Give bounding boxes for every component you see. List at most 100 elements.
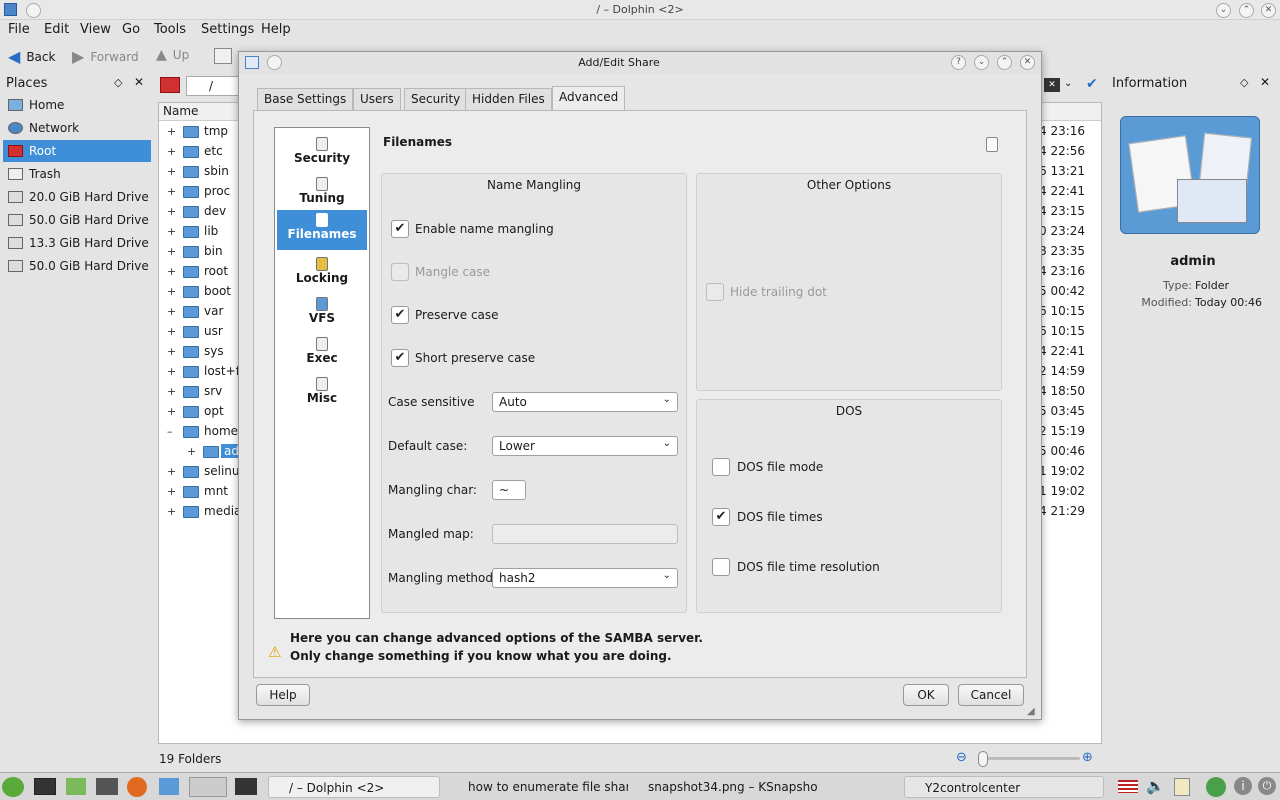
short-preserve-case-label[interactable]: Short preserve case bbox=[415, 351, 535, 365]
mangling-method-select[interactable]: hash2 ⌄ bbox=[492, 568, 678, 588]
updater-icon[interactable] bbox=[1206, 777, 1226, 797]
menu-go[interactable]: Go bbox=[122, 22, 140, 37]
preserve-case-label[interactable]: Preserve case bbox=[415, 308, 499, 322]
category-vfs[interactable]: VFS bbox=[277, 294, 367, 332]
expand-toggle[interactable]: + bbox=[167, 245, 176, 258]
ok-button[interactable]: OK bbox=[903, 684, 949, 706]
dialog-minimize-button[interactable]: ⌄ bbox=[974, 55, 989, 70]
system-monitor-icon[interactable] bbox=[235, 778, 257, 795]
expand-toggle[interactable]: + bbox=[167, 505, 176, 518]
panel-float-icon[interactable]: ◇ bbox=[1240, 76, 1248, 89]
dos-time-resolution-checkbox[interactable] bbox=[712, 558, 730, 576]
expand-toggle[interactable]: + bbox=[167, 405, 176, 418]
clipboard-icon[interactable] bbox=[1174, 778, 1190, 796]
dos-time-resolution-label[interactable]: DOS file time resolution bbox=[737, 560, 880, 574]
view-icons-icon[interactable] bbox=[214, 48, 232, 64]
place-root[interactable]: Root bbox=[3, 140, 151, 162]
mangle-case-label[interactable]: Mangle case bbox=[415, 265, 490, 279]
hide-trailing-dot-label[interactable]: Hide trailing dot bbox=[730, 285, 827, 299]
case-sensitive-select[interactable]: Auto ⌄ bbox=[492, 392, 678, 412]
dos-file-mode-label[interactable]: DOS file mode bbox=[737, 460, 823, 474]
tab-users[interactable]: Users bbox=[353, 88, 401, 110]
place-drive-4[interactable]: 50.0 GiB Hard Drive bbox=[3, 255, 151, 277]
maximize-button[interactable]: ⌃ bbox=[1239, 3, 1254, 18]
panel-close-icon[interactable]: ✕ bbox=[1260, 75, 1270, 89]
zoom-out-icon[interactable]: ⊖ bbox=[956, 750, 967, 765]
terminal-icon[interactable] bbox=[34, 778, 56, 795]
tab-hidden-files[interactable]: Hidden Files bbox=[465, 88, 552, 110]
dos-file-times-label[interactable]: DOS file times bbox=[737, 510, 823, 524]
preserve-case-checkbox[interactable]: ✔ bbox=[391, 306, 409, 324]
dos-file-mode-checkbox[interactable] bbox=[712, 458, 730, 476]
zoom-slider-handle[interactable] bbox=[978, 751, 988, 767]
category-list[interactable]: Security Tuning Filenames Locking VFS Ex… bbox=[274, 127, 370, 619]
place-network[interactable]: Network bbox=[3, 117, 151, 139]
expand-toggle[interactable]: + bbox=[167, 265, 176, 278]
forward-button[interactable]: ▶ Forward bbox=[72, 47, 139, 66]
place-drive-3[interactable]: 13.3 GiB Hard Drive bbox=[3, 232, 151, 254]
power-icon[interactable]: ⏻ bbox=[1258, 777, 1276, 795]
place-trash[interactable]: Trash bbox=[3, 163, 151, 185]
expand-toggle[interactable]: + bbox=[167, 125, 176, 138]
mangled-map-input[interactable] bbox=[492, 524, 678, 544]
help-button[interactable]: Help bbox=[256, 684, 310, 706]
minimize-button[interactable]: ⌄ bbox=[1216, 3, 1231, 18]
dolphin-icon[interactable] bbox=[159, 778, 179, 795]
category-misc[interactable]: Misc bbox=[277, 374, 367, 412]
dialog-close-button[interactable]: ✕ bbox=[1020, 55, 1035, 70]
expand-toggle[interactable]: + bbox=[167, 185, 176, 198]
expand-toggle[interactable]: + bbox=[167, 205, 176, 218]
expand-toggle[interactable]: + bbox=[167, 385, 176, 398]
place-home[interactable]: Home bbox=[3, 94, 151, 116]
task-y2controlcenter[interactable]: Y2controlcenter bbox=[904, 776, 1104, 798]
task-browser[interactable]: how to enumerate file share l bbox=[448, 776, 628, 798]
volume-icon[interactable]: 🔈 bbox=[1146, 777, 1165, 795]
dialog-maximize-button[interactable]: ⌃ bbox=[997, 55, 1012, 70]
zoom-slider[interactable] bbox=[980, 757, 1080, 760]
menu-edit[interactable]: Edit bbox=[44, 22, 69, 37]
expand-toggle[interactable]: + bbox=[167, 325, 176, 338]
enable-name-mangling-label[interactable]: Enable name mangling bbox=[415, 222, 554, 236]
dos-file-times-checkbox[interactable]: ✔ bbox=[712, 508, 730, 526]
menu-view[interactable]: View bbox=[80, 22, 111, 37]
desktop-pager-icon[interactable] bbox=[189, 777, 227, 797]
location-input[interactable]: / bbox=[186, 76, 246, 96]
location-dropdown-icon[interactable]: ⌄ bbox=[1064, 78, 1072, 89]
expand-toggle[interactable]: + bbox=[167, 345, 176, 358]
category-locking[interactable]: Locking bbox=[277, 254, 367, 292]
info-icon[interactable]: i bbox=[1234, 777, 1252, 795]
tab-advanced[interactable]: Advanced bbox=[552, 86, 626, 111]
enable-name-mangling-checkbox[interactable]: ✔ bbox=[391, 220, 409, 238]
name-column-header[interactable]: Name bbox=[163, 104, 198, 118]
category-exec[interactable]: Exec bbox=[277, 334, 367, 372]
expand-toggle[interactable]: – bbox=[167, 425, 173, 438]
menu-file[interactable]: File bbox=[8, 22, 30, 37]
panel-close-icon[interactable]: ✕ bbox=[134, 75, 144, 89]
zoom-in-icon[interactable]: ⊕ bbox=[1082, 750, 1093, 765]
cancel-button[interactable]: Cancel bbox=[958, 684, 1024, 706]
menu-tools[interactable]: Tools bbox=[154, 22, 186, 37]
hide-trailing-dot-checkbox[interactable] bbox=[706, 283, 724, 301]
file-manager-icon[interactable] bbox=[96, 778, 118, 795]
category-filenames[interactable]: Filenames bbox=[277, 210, 367, 250]
tab-base-settings[interactable]: Base Settings bbox=[257, 88, 354, 110]
expand-toggle[interactable]: + bbox=[167, 365, 176, 378]
expand-toggle[interactable]: + bbox=[167, 465, 176, 478]
place-drive-1[interactable]: 20.0 GiB Hard Drive bbox=[3, 186, 151, 208]
back-button[interactable]: ◀ Back bbox=[8, 47, 55, 66]
firefox-icon[interactable] bbox=[127, 777, 147, 797]
dialog-help-button[interactable]: ? bbox=[951, 55, 966, 70]
short-preserve-case-checkbox[interactable]: ✔ bbox=[391, 349, 409, 367]
clear-location-icon[interactable]: ✕ bbox=[1044, 78, 1060, 92]
flag-icon[interactable] bbox=[1118, 780, 1138, 793]
up-button[interactable]: ▲ Up bbox=[156, 47, 189, 63]
resize-grip-icon[interactable]: ◢ bbox=[1027, 706, 1035, 717]
category-security[interactable]: Security bbox=[277, 134, 367, 172]
home-icon[interactable] bbox=[66, 778, 86, 795]
confirm-location-icon[interactable]: ✔ bbox=[1086, 76, 1098, 92]
expand-toggle[interactable]: + bbox=[167, 305, 176, 318]
close-button[interactable]: ✕ bbox=[1261, 3, 1276, 18]
expand-toggle[interactable]: + bbox=[167, 225, 176, 238]
place-drive-2[interactable]: 50.0 GiB Hard Drive bbox=[3, 209, 151, 231]
menu-settings[interactable]: Settings bbox=[201, 22, 254, 37]
